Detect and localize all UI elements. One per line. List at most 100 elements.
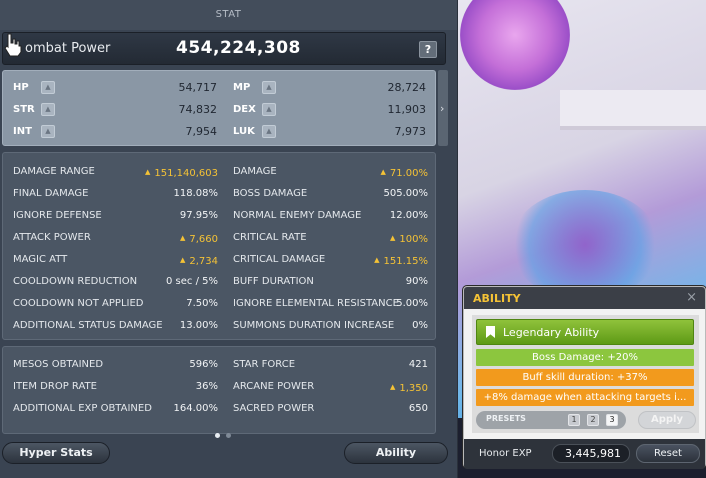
help-icon[interactable]: ? (419, 41, 437, 58)
preset-button-1[interactable]: 1 (568, 414, 580, 426)
stat-row: ARCANE POWER ▲ 1,350 (233, 379, 428, 395)
stat-value-text: 118.08% (173, 188, 219, 199)
stat-value-text: 100% (399, 234, 428, 245)
stat-value: 505.00% (384, 186, 429, 202)
combat-power-label: ombat Power (25, 41, 111, 56)
window-title[interactable]: STAT (0, 0, 457, 30)
stat-label: COOLDOWN REDUCTION (13, 276, 138, 287)
stat-label: SUMMONS DURATION INCREASE (233, 320, 395, 331)
close-icon[interactable]: × (686, 290, 697, 305)
stat-value: 54,717 (178, 81, 218, 94)
scene-effect (510, 190, 660, 300)
stat-row: ADDITIONAL EXP OBTAINED 164.00% (13, 401, 218, 417)
hyper-stats-button[interactable]: Hyper Stats (2, 442, 110, 464)
base-stats-panel: HP ▲ 54,717 MP ▲ 28,724 STR ▲ 74,832 DEX… (2, 70, 436, 146)
stat-window: STAT ombat Power 454,224,308 ? HP ▲ 54,7… (0, 0, 458, 478)
stat-label: FINAL DAMAGE (13, 188, 89, 199)
stat-row: SUMMONS DURATION INCREASE 0% (233, 318, 428, 334)
preset-button-2[interactable]: 2 (587, 414, 599, 426)
stat-value: 118.08% (174, 186, 219, 202)
stat-label: LUK (233, 126, 255, 137)
stat-label: ARCANE POWER (233, 381, 315, 392)
stat-value: 12.00% (390, 208, 428, 224)
stat-row: SACRED POWER 650 (233, 401, 428, 417)
reset-button[interactable]: Reset (636, 444, 700, 463)
stat-row: COOLDOWN REDUCTION 0 sec / 5% (13, 274, 218, 290)
stat-label: MP (233, 82, 251, 93)
increase-arrow-icon: ▲ (144, 168, 151, 176)
plus-icon[interactable]: ▲ (41, 125, 55, 138)
increase-arrow-icon: ▲ (179, 256, 186, 264)
stat-value-text: 650 (408, 403, 428, 414)
scene-platform (560, 90, 706, 130)
plus-icon[interactable]: ▲ (262, 81, 276, 94)
stat-row: ATTACK POWER ▲ 7,660 (13, 230, 218, 246)
stat-value: 7.50% (186, 296, 218, 312)
ability-window: ABILITY × Legendary Ability Boss Damage:… (463, 286, 706, 469)
plus-icon[interactable]: ▲ (262, 103, 276, 116)
stat-row: FINAL DAMAGE 118.08% (13, 186, 218, 202)
ability-rank-bar: Legendary Ability (476, 319, 694, 345)
stat-value-text: 5.00% (396, 298, 428, 309)
stat-row: ADDITIONAL STATUS DAMAGE 13.00% (13, 318, 218, 334)
stat-row: STAR FORCE 421 (233, 357, 428, 373)
ability-rank-label: Legendary Ability (503, 326, 600, 339)
presets-bar: PRESETS 1 2 3 (476, 411, 626, 429)
page-indicator (215, 423, 237, 442)
stat-label: CRITICAL RATE (233, 232, 307, 243)
stat-value: 7,954 (185, 125, 218, 138)
stat-label: INT (13, 126, 32, 137)
combat-power-bar: ombat Power 454,224,308 ? (2, 32, 446, 65)
ability-line-3: +8% damage when attacking targets i... (476, 389, 694, 406)
ability-title: ABILITY (473, 292, 521, 305)
stat-label: ITEM DROP RATE (13, 381, 97, 392)
stat-value: ▲ 71.00% (380, 164, 428, 182)
stat-label: IGNORE ELEMENTAL RESISTANCE (233, 298, 399, 309)
stat-label: DEX (233, 104, 256, 115)
apply-button[interactable]: Apply (638, 411, 696, 429)
stat-label: CRITICAL DAMAGE (233, 254, 326, 265)
stat-value: 164.00% (174, 401, 219, 417)
stat-value: 28,724 (387, 81, 427, 94)
page-dot-2[interactable] (226, 433, 231, 438)
stat-label: DAMAGE RANGE (13, 166, 95, 177)
plus-icon[interactable]: ▲ (41, 81, 55, 94)
stat-row: DAMAGE ▲ 71.00% (233, 164, 428, 180)
stat-value: 36% (196, 379, 218, 395)
page-dot-1[interactable] (215, 433, 220, 438)
stat-value: 7,973 (394, 125, 427, 138)
stat-value-text: 421 (408, 359, 428, 370)
stat-value: 5.00% (396, 296, 428, 312)
stat-label: DAMAGE (233, 166, 277, 177)
stat-value-text: 97.95% (179, 210, 218, 221)
ability-title-bar[interactable]: ABILITY × (464, 287, 705, 309)
stat-value-text: 0 sec / 5% (166, 276, 218, 287)
stat-value: 421 (409, 357, 428, 373)
stat-row: CRITICAL RATE ▲ 100% (233, 230, 428, 246)
stat-value-text: 7.50% (186, 298, 218, 309)
stat-value: ▲ 1,350 (390, 379, 428, 397)
preset-button-3[interactable]: 3 (606, 414, 618, 426)
ability-body: Legendary Ability Boss Damage: +20% Buff… (472, 315, 699, 433)
stat-value: ▲ 2,734 (180, 252, 218, 270)
stat-value-text: 7,660 (189, 234, 218, 245)
stat-value-text: 151.15% (383, 256, 429, 267)
chevron-right-icon[interactable]: › (440, 102, 444, 115)
stat-label: HP (13, 82, 29, 93)
stat-value: ▲ 7,660 (180, 230, 218, 248)
increase-arrow-icon: ▲ (390, 234, 396, 242)
stat-value-text: 71.00% (389, 168, 428, 179)
stat-label: MAGIC ATT (13, 254, 68, 265)
stat-row: MAGIC ATT ▲ 2,734 (13, 252, 218, 268)
stat-value: ▲ 151.15% (374, 252, 428, 270)
stat-value-text: 1,350 (399, 383, 428, 394)
stat-value: ▲ 100% (390, 230, 428, 248)
stat-value-text: 2,734 (189, 256, 218, 267)
hand-cursor-icon (4, 33, 22, 57)
plus-icon[interactable]: ▲ (41, 103, 55, 116)
plus-icon[interactable]: ▲ (262, 125, 276, 138)
misc-stats-panel: MESOS OBTAINED 596% STAR FORCE 421 ITEM DROP… (2, 346, 436, 434)
ability-button[interactable]: Ability (344, 442, 448, 464)
stat-value-text: 164.00% (173, 403, 219, 414)
stat-row-int: INT ▲ 7,954 LUK ▲ 7,973 (3, 124, 435, 140)
